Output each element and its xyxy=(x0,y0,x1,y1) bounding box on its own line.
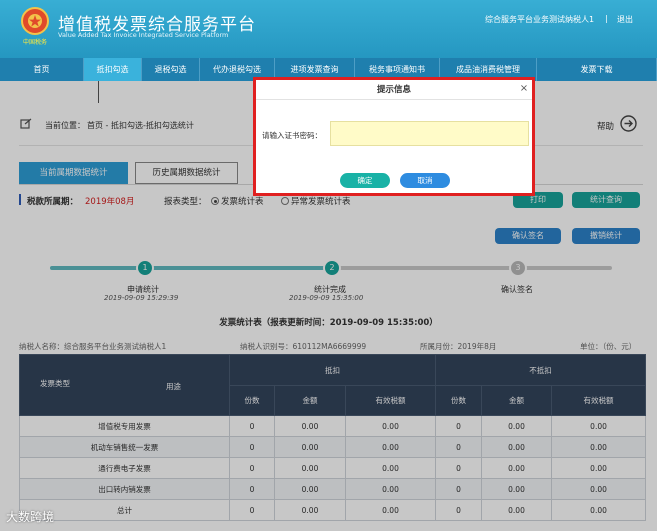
tax-emblem-icon: 中国税务 xyxy=(21,7,49,46)
nav-item-1[interactable]: 抵扣勾选 xyxy=(84,58,142,81)
cert-password-input[interactable] xyxy=(330,121,529,146)
password-dialog: 提示信息 × 请输入证书密码： 确定 取消 xyxy=(253,77,535,196)
close-icon[interactable]: × xyxy=(518,83,530,95)
platform-subtitle: Value Added Tax Invoice Integrated Servi… xyxy=(58,31,229,39)
page-root: 中国税务 增值税发票综合服务平台 Value Added Tax Invoice… xyxy=(0,0,657,531)
nav-item-2[interactable]: 退税勾选 xyxy=(142,58,200,81)
password-label: 请输入证书密码： xyxy=(262,131,322,140)
dialog-title: 提示信息 xyxy=(256,80,532,100)
logout-link[interactable]: 退出 xyxy=(617,14,633,25)
cancel-button[interactable]: 取消 xyxy=(400,173,450,188)
confirm-button[interactable]: 确定 xyxy=(340,173,390,188)
svg-text:中国税务: 中国税务 xyxy=(23,38,47,46)
header-separator: | xyxy=(605,14,608,23)
current-user: 综合服务平台业务测试纳税人1 xyxy=(485,15,595,24)
app-header: 中国税务 增值税发票综合服务平台 Value Added Tax Invoice… xyxy=(0,0,657,58)
nav-item-0[interactable]: 首页 xyxy=(0,58,84,81)
watermark-logo: 大数跨境 xyxy=(6,510,55,524)
nav-item-7[interactable]: 发票下载 xyxy=(537,58,657,81)
